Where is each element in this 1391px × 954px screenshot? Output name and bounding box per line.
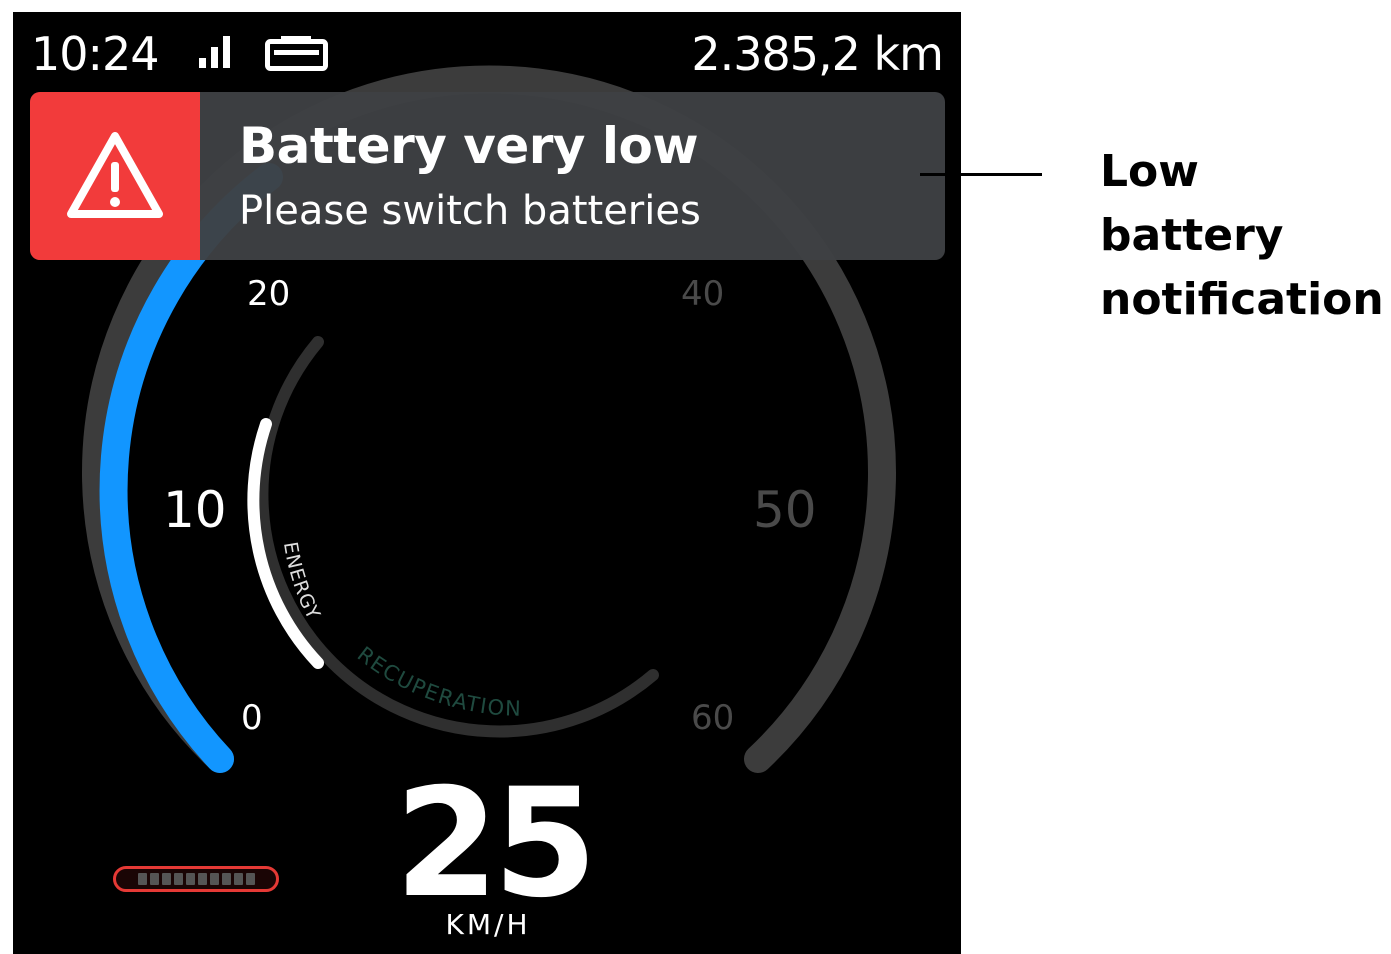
battery-cell bbox=[221, 873, 231, 885]
recuperation-label: RECUPERATION bbox=[353, 642, 523, 721]
notification-subtitle: Please switch batteries bbox=[239, 188, 701, 234]
energy-track bbox=[256, 336, 659, 738]
callout-label-line1: Low battery bbox=[1100, 146, 1284, 261]
battery-cell bbox=[173, 873, 183, 885]
battery-cell bbox=[149, 873, 159, 885]
display-screen: ENERGY RECUPERATION 20 40 10 50 0 60 25 … bbox=[13, 12, 961, 954]
callout-label-line2: notification bbox=[1100, 274, 1384, 325]
callout-line bbox=[920, 173, 1042, 176]
battery-cell bbox=[245, 873, 255, 885]
notification-title: Battery very low bbox=[239, 117, 699, 175]
battery-level-gauge bbox=[113, 866, 279, 892]
scale-label-0: 0 bbox=[241, 698, 263, 738]
scale-label-50: 50 bbox=[753, 481, 817, 539]
battery-cell bbox=[161, 873, 171, 885]
speed-unit: KM/H bbox=[445, 908, 531, 941]
alert-badge bbox=[30, 92, 200, 260]
odometer: 2.385,2 km bbox=[691, 27, 944, 81]
battery-cell bbox=[185, 873, 195, 885]
battery-cell bbox=[197, 873, 207, 885]
signal-strength-icon bbox=[199, 36, 230, 68]
speed-value: 25 bbox=[394, 757, 598, 931]
scale-label-10: 10 bbox=[163, 481, 227, 539]
speed-marker-dot bbox=[842, 496, 860, 514]
scale-label-40: 40 bbox=[681, 274, 725, 314]
battery-cell bbox=[233, 873, 243, 885]
battery-icon bbox=[265, 36, 328, 71]
warning-triangle-icon bbox=[67, 132, 163, 218]
low-battery-notification[interactable]: Battery very low Please switch batteries bbox=[30, 92, 945, 260]
battery-cell bbox=[137, 873, 147, 885]
callout-label: Low battery notification bbox=[1100, 140, 1385, 332]
scale-label-20: 20 bbox=[247, 274, 291, 314]
battery-cell bbox=[209, 873, 219, 885]
scale-label-60: 60 bbox=[691, 698, 735, 738]
status-time: 10:24 bbox=[31, 27, 160, 81]
